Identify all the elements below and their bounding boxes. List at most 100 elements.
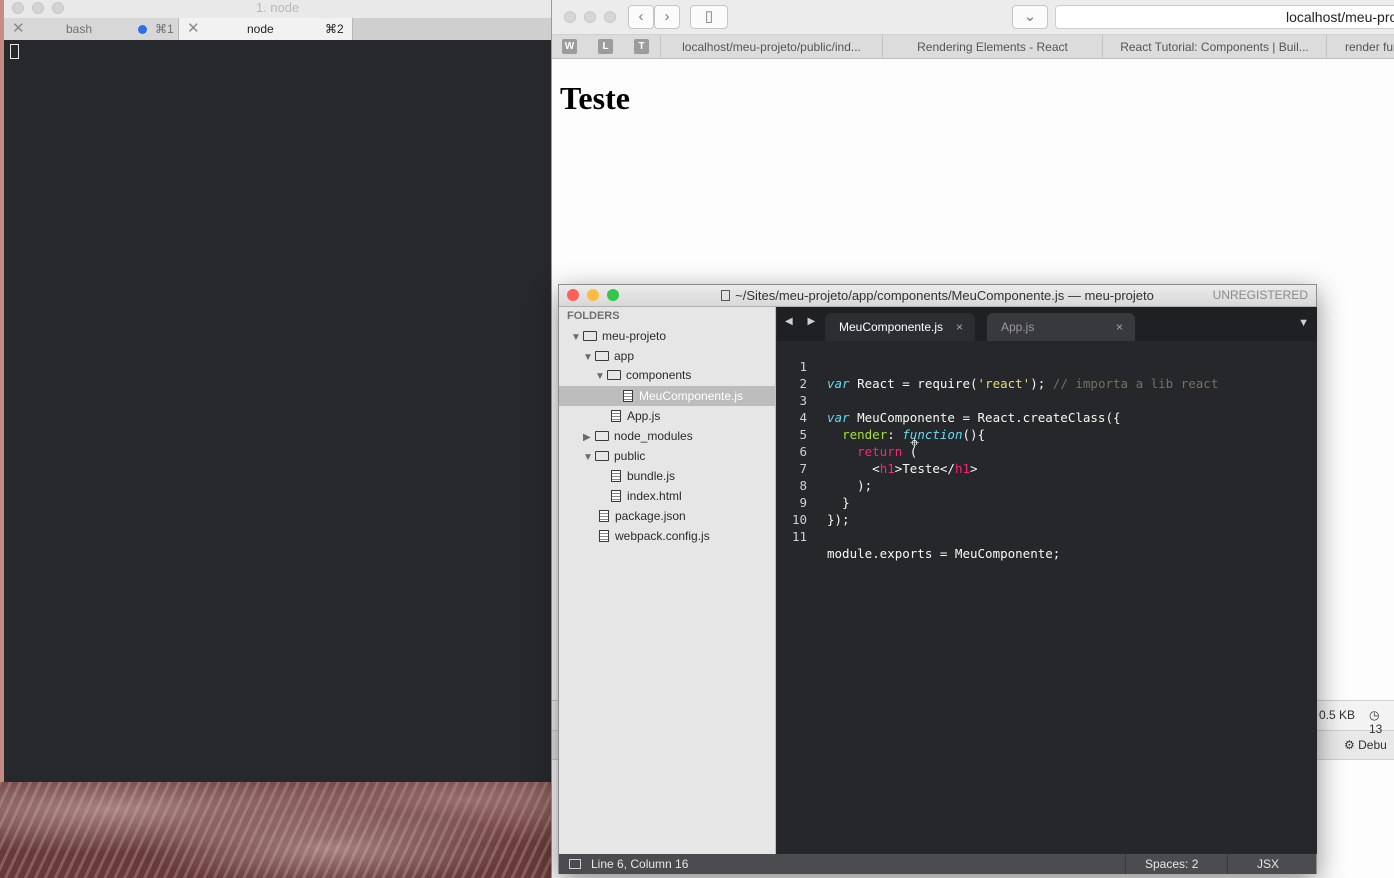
- code-line: 11 module.exports = MeuComponente;: [777, 511, 1317, 561]
- editor-window: ~/Sites/meu-projeto/app/components/MeuCo…: [558, 284, 1317, 874]
- sidebar-icon: ▯: [704, 8, 714, 25]
- tab-navigation-arrows-icon[interactable]: ◀ ▶: [785, 316, 821, 327]
- tree-folder-app[interactable]: ▼ app: [559, 346, 775, 366]
- devtools-transfer-size: 0.5 KB: [1319, 708, 1356, 722]
- code-line: 6 <h1>Teste</h1>: [777, 426, 1317, 476]
- editor-tab-appjs[interactable]: App.js ×: [987, 313, 1135, 341]
- disclosure-open-icon[interactable]: ▼: [595, 367, 607, 387]
- code-text: module.exports = MeuComponente;: [827, 546, 1061, 561]
- tab-menu-icon[interactable]: ▼: [1298, 317, 1309, 329]
- code-line: 8 }: [777, 460, 1317, 510]
- zoom-window-button[interactable]: [52, 2, 64, 14]
- back-button[interactable]: ‹: [628, 5, 654, 29]
- code-line: 7 );: [777, 443, 1317, 493]
- close-window-button[interactable]: [12, 2, 24, 14]
- close-window-button[interactable]: [564, 11, 576, 23]
- devtools-timer-value: 13: [1369, 722, 1383, 736]
- forward-button[interactable]: ›: [654, 5, 680, 29]
- tree-file-meucomponente[interactable]: MeuComponente.js: [559, 386, 775, 406]
- browser-tab-render-function[interactable]: render fun: [1326, 35, 1394, 59]
- tree-file-appjs[interactable]: App.js: [559, 406, 775, 426]
- minimize-window-button[interactable]: [32, 2, 44, 14]
- terminal-tab-bar-empty: [353, 18, 551, 40]
- disclosure-open-icon[interactable]: ▼: [571, 328, 583, 348]
- tree-file-index[interactable]: index.html: [559, 486, 775, 506]
- browser-tab-bar: W L T localhost/meu-projeto/public/ind..…: [552, 35, 1394, 59]
- file-icon: [599, 510, 609, 522]
- zoom-window-button[interactable]: [604, 11, 616, 23]
- sidebar-toggle-button[interactable]: ▯: [690, 5, 728, 29]
- tree-file-webpack[interactable]: webpack.config.js: [559, 526, 775, 546]
- minimize-window-button[interactable]: [584, 11, 596, 23]
- browser-tab-label: localhost/meu-projeto/public/ind...: [682, 40, 861, 54]
- bookmark-favicon-l[interactable]: L: [598, 39, 613, 54]
- tree-label: App.js: [627, 409, 661, 423]
- tree-file-package[interactable]: package.json: [559, 506, 775, 526]
- editor-tab-bar: ◀ ▶ MeuComponente.js × App.js × ▼: [777, 307, 1317, 341]
- address-bar[interactable]: localhost/meu-proje: [1055, 5, 1394, 29]
- syntax-selector[interactable]: JSX: [1257, 854, 1279, 874]
- bookmark-favicon-t[interactable]: T: [634, 39, 649, 54]
- disclosure-closed-icon[interactable]: ▶: [583, 428, 595, 448]
- devtools-debugger-label: Debu: [1358, 738, 1387, 752]
- folder-sidebar: FOLDERS ▼ meu-projeto ▼ app ▼ components Me…: [559, 307, 776, 854]
- editor-window-controls: [567, 289, 619, 301]
- editor-title: ~/Sites/meu-projeto/app/components/MeuCo…: [721, 288, 1154, 303]
- tree-folder-components[interactable]: ▼ components: [559, 365, 775, 385]
- browser-tab-localhost[interactable]: localhost/meu-projeto/public/ind...: [660, 35, 882, 59]
- close-tab-icon[interactable]: ×: [1116, 313, 1123, 341]
- close-tab-icon[interactable]: ✕: [187, 18, 200, 40]
- close-tab-icon[interactable]: ×: [956, 313, 963, 341]
- tree-label: app: [614, 349, 635, 363]
- tree-label: webpack.config.js: [615, 529, 710, 543]
- close-tab-icon[interactable]: ✕: [12, 18, 25, 40]
- tree-folder-node-modules[interactable]: ▶ node_modules: [559, 426, 775, 446]
- browser-tab-label: render fun: [1345, 40, 1394, 54]
- terminal-window: 1. node ✕ bash ⌘1 ✕ node ⌘2: [0, 0, 551, 782]
- tree-label: index.html: [627, 489, 682, 503]
- panel-toggle-icon[interactable]: [569, 859, 581, 869]
- text-cursor-icon: ⌖: [910, 433, 920, 452]
- code-line: 2: [777, 358, 1317, 391]
- editor-tab-label: MeuComponente.js: [839, 320, 944, 334]
- tree-folder-meu-projeto[interactable]: ▼ meu-projeto: [559, 326, 775, 346]
- tree-file-bundle[interactable]: bundle.js: [559, 466, 775, 486]
- file-icon: [721, 290, 731, 301]
- address-text: localhost/meu-proje: [1286, 9, 1394, 25]
- editor-tab-meucomponente[interactable]: MeuComponente.js ×: [825, 313, 975, 341]
- tree-label: public: [614, 449, 646, 463]
- file-icon: [611, 490, 621, 502]
- code-line: 3 var MeuComponente = React.createClass(…: [777, 375, 1317, 425]
- tree-label: components: [626, 368, 692, 382]
- terminal-tab-bar: ✕ bash ⌘1 ✕ node ⌘2: [4, 18, 551, 40]
- sidebar-header: FOLDERS: [567, 310, 620, 322]
- browser-tab-rendering-elements[interactable]: Rendering Elements - React: [882, 35, 1102, 59]
- file-icon: [611, 470, 621, 482]
- devtools-debugger-tab[interactable]: ⚙ Debu: [1344, 738, 1387, 752]
- code-area[interactable]: 1 var React = require('react'); // impor…: [777, 341, 1317, 561]
- indentation-setting[interactable]: Spaces: 2: [1145, 854, 1198, 874]
- tree-folder-public[interactable]: ▼ public: [559, 446, 775, 466]
- tree-label: meu-projeto: [602, 329, 667, 343]
- minimize-window-button[interactable]: [587, 289, 599, 301]
- close-window-button[interactable]: [567, 289, 579, 301]
- zoom-window-button[interactable]: [607, 289, 619, 301]
- bookmark-favicon-w[interactable]: W: [562, 39, 577, 54]
- status-divider: [1227, 854, 1228, 874]
- browser-tab-react-tutorial[interactable]: React Tutorial: Components | Buil...: [1102, 35, 1326, 59]
- file-icon: [599, 530, 609, 542]
- chevron-left-icon: ‹: [638, 8, 644, 25]
- pocket-button[interactable]: ⌄: [1012, 5, 1048, 29]
- cursor-position: Line 6, Column 16: [591, 857, 689, 871]
- terminal-tab-node[interactable]: ✕ node ⌘2: [179, 18, 353, 40]
- code-editor[interactable]: ◀ ▶ MeuComponente.js × App.js × ▼ 1 var …: [777, 307, 1317, 854]
- code-line: 4 render: function(){: [777, 392, 1317, 442]
- browser-toolbar: ‹ › ▯ ⌄ localhost/meu-proje: [552, 0, 1394, 35]
- terminal-tab-shortcut: ⌘1: [155, 22, 174, 36]
- terminal-tab-shortcut: ⌘2: [325, 22, 344, 36]
- code-line: 10: [777, 494, 1317, 527]
- disclosure-open-icon[interactable]: ▼: [583, 448, 595, 468]
- editor-titlebar: ~/Sites/meu-projeto/app/components/MeuCo…: [559, 285, 1316, 307]
- terminal-tab-bash[interactable]: ✕ bash ⌘1: [4, 18, 179, 40]
- desktop-wallpaper: [0, 780, 552, 878]
